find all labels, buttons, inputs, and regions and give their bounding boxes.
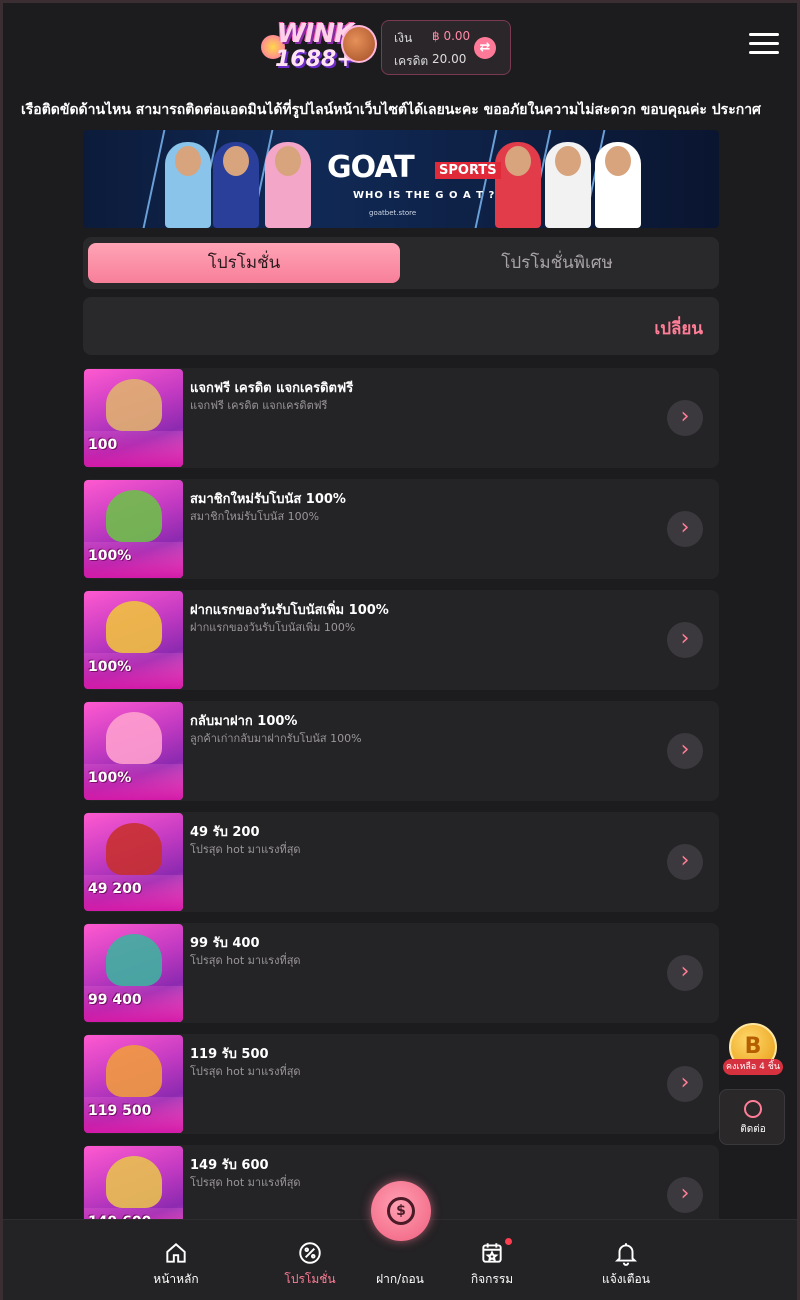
chevron-right-icon[interactable]: › bbox=[667, 511, 703, 547]
promo-thumbnail: 100 bbox=[84, 369, 183, 467]
promo-desc: สมาชิกใหม่รับโบนัส 100% bbox=[190, 510, 320, 523]
promo-desc: ฝากแรกของวันรับโบนัสเพิ่ม 100% bbox=[190, 621, 356, 634]
tab-promotion[interactable]: โปรโมชั่น bbox=[88, 243, 400, 283]
nav-home[interactable]: หน้าหลัก bbox=[131, 1240, 221, 1289]
promo-title: ฝากแรกของวันรับโบนัสเพิ่ม 100% bbox=[190, 603, 389, 618]
contact-label: ติดต่อ bbox=[740, 1124, 766, 1135]
bear-mascot-icon bbox=[341, 25, 377, 63]
support-icon bbox=[744, 1100, 762, 1118]
promo-card[interactable]: 100% กลับมาฝาก 100% ลูกค้าเก่ากลับมาฝากร… bbox=[83, 701, 719, 801]
promo-card[interactable]: 100% สมาชิกใหม่รับโบนัส 100% สมาชิกใหม่ร… bbox=[83, 479, 719, 579]
coin-reward-widget[interactable]: B คงเหลือ 4 ชิ้น bbox=[723, 1023, 783, 1079]
banner-sports-tag: SPORTS bbox=[435, 162, 501, 179]
nav-activity[interactable]: กิจกรรม bbox=[447, 1238, 537, 1289]
promo-card[interactable]: 100 แจกฟรี เครดิต แจกเครดิตฟรี แจกฟรี เค… bbox=[83, 368, 719, 468]
change-button[interactable]: เปลี่ยน bbox=[654, 315, 703, 342]
chevron-right-icon[interactable]: › bbox=[667, 844, 703, 880]
promo-card[interactable]: 49 200 49 รับ 200 โปรสุด hot มาแรงที่สุด… bbox=[83, 812, 719, 912]
promo-desc: โปรสุด hot มาแรงที่สุด bbox=[190, 843, 301, 856]
promo-desc: โปรสุด hot มาแรงที่สุด bbox=[190, 1176, 301, 1189]
credit-row: เครดิต 20.00 bbox=[394, 52, 466, 71]
calendar-star-icon bbox=[482, 1243, 502, 1263]
header: WINK 1688+ เงิน ฿ 0.00 เครดิต 20.00 ⇄ bbox=[3, 3, 797, 91]
promo-card[interactable]: 99 400 99 รับ 400 โปรสุด hot มาแรงที่สุด… bbox=[83, 923, 719, 1023]
chevron-right-icon[interactable]: › bbox=[667, 733, 703, 769]
promo-title: แจกฟรี เครดิต แจกเครดิตฟรี bbox=[190, 381, 354, 396]
player-image bbox=[165, 142, 211, 228]
promo-title: 49 รับ 200 bbox=[190, 825, 260, 840]
promo-card[interactable]: 100% ฝากแรกของวันรับโบนัสเพิ่ม 100% ฝากแ… bbox=[83, 590, 719, 690]
promo-title: 149 รับ 600 bbox=[190, 1158, 269, 1173]
chevron-right-icon[interactable]: › bbox=[667, 400, 703, 436]
money-value: ฿ 0.00 bbox=[432, 29, 471, 43]
chevron-right-icon[interactable]: › bbox=[667, 622, 703, 658]
player-image bbox=[595, 142, 641, 228]
nav-notify[interactable]: แจ้งเตือน bbox=[581, 1240, 671, 1289]
banner-tagline: WHO IS THE G O A T ? bbox=[353, 190, 496, 201]
coin-badge: คงเหลือ 4 ชิ้น bbox=[723, 1059, 783, 1075]
promo-thumbnail: 99 400 bbox=[84, 924, 183, 1022]
nav-promotion[interactable]: โปรโมชั่น bbox=[265, 1240, 355, 1289]
player-image bbox=[495, 142, 541, 228]
credit-label: เครดิต bbox=[394, 54, 429, 68]
promo-thumbnail: 100% bbox=[84, 591, 183, 689]
promo-desc: โปรสุด hot มาแรงที่สุด bbox=[190, 954, 301, 967]
chevron-right-icon[interactable]: › bbox=[667, 955, 703, 991]
money-label: เงิน bbox=[394, 31, 413, 45]
change-bar: เปลี่ยน bbox=[83, 297, 719, 355]
hamburger-menu-icon[interactable] bbox=[749, 33, 779, 57]
chevron-right-icon[interactable]: › bbox=[667, 1066, 703, 1102]
promo-title: 119 รับ 500 bbox=[190, 1047, 269, 1062]
deposit-withdraw-button[interactable]: $ bbox=[371, 1181, 431, 1241]
goat-sports-banner[interactable]: GOAT SPORTS WHO IS THE G O A T ? goatbet… bbox=[83, 130, 719, 228]
swap-icon[interactable]: ⇄ bbox=[474, 37, 496, 59]
promo-desc: โปรสุด hot มาแรงที่สุด bbox=[190, 1065, 301, 1078]
promo-desc: แจกฟรี เครดิต แจกเครดิตฟรี bbox=[190, 399, 328, 412]
player-image bbox=[265, 142, 311, 228]
promo-desc: ลูกค้าเก่ากลับมาฝากรับโบนัส 100% bbox=[190, 732, 362, 745]
tab-special-promotion[interactable]: โปรโมชั่นพิเศษ bbox=[401, 243, 713, 283]
promo-thumbnail: 49 200 bbox=[84, 813, 183, 911]
banner-brand: GOAT bbox=[327, 150, 415, 185]
promo-thumbnail: 100% bbox=[84, 702, 183, 800]
money-row: เงิน ฿ 0.00 bbox=[394, 29, 470, 48]
home-icon bbox=[166, 1243, 186, 1263]
balance-box: เงิน ฿ 0.00 เครดิต 20.00 ⇄ bbox=[381, 20, 511, 75]
promo-title: กลับมาฝาก 100% bbox=[190, 714, 298, 729]
player-image bbox=[545, 142, 591, 228]
promo-title: สมาชิกใหม่รับโบนัส 100% bbox=[190, 492, 346, 507]
credit-value: 20.00 bbox=[432, 52, 467, 66]
promotion-tabs: โปรโมชั่น โปรโมชั่นพิเศษ bbox=[83, 237, 719, 289]
announcement-marquee: เรือติดขัดด้านไหน สามารถติดต่อแอดมินได้ท… bbox=[21, 102, 761, 118]
player-image bbox=[213, 142, 259, 228]
logo[interactable]: WINK 1688+ bbox=[261, 17, 379, 79]
chevron-right-icon[interactable]: › bbox=[667, 1177, 703, 1213]
nav-deposit[interactable]: ฝาก/ถอน bbox=[355, 1240, 445, 1289]
promo-thumbnail: 119 500 bbox=[84, 1035, 183, 1133]
promo-thumbnail: 100% bbox=[84, 480, 183, 578]
promo-card[interactable]: 119 500 119 รับ 500 โปรสุด hot มาแรงที่ส… bbox=[83, 1034, 719, 1134]
percent-badge-icon bbox=[299, 1242, 321, 1264]
contact-widget[interactable]: ติดต่อ bbox=[719, 1089, 785, 1145]
promo-title: 99 รับ 400 bbox=[190, 936, 260, 951]
banner-site: goatbet.store bbox=[369, 209, 417, 217]
bell-icon bbox=[614, 1243, 638, 1266]
notification-dot bbox=[505, 1238, 512, 1245]
